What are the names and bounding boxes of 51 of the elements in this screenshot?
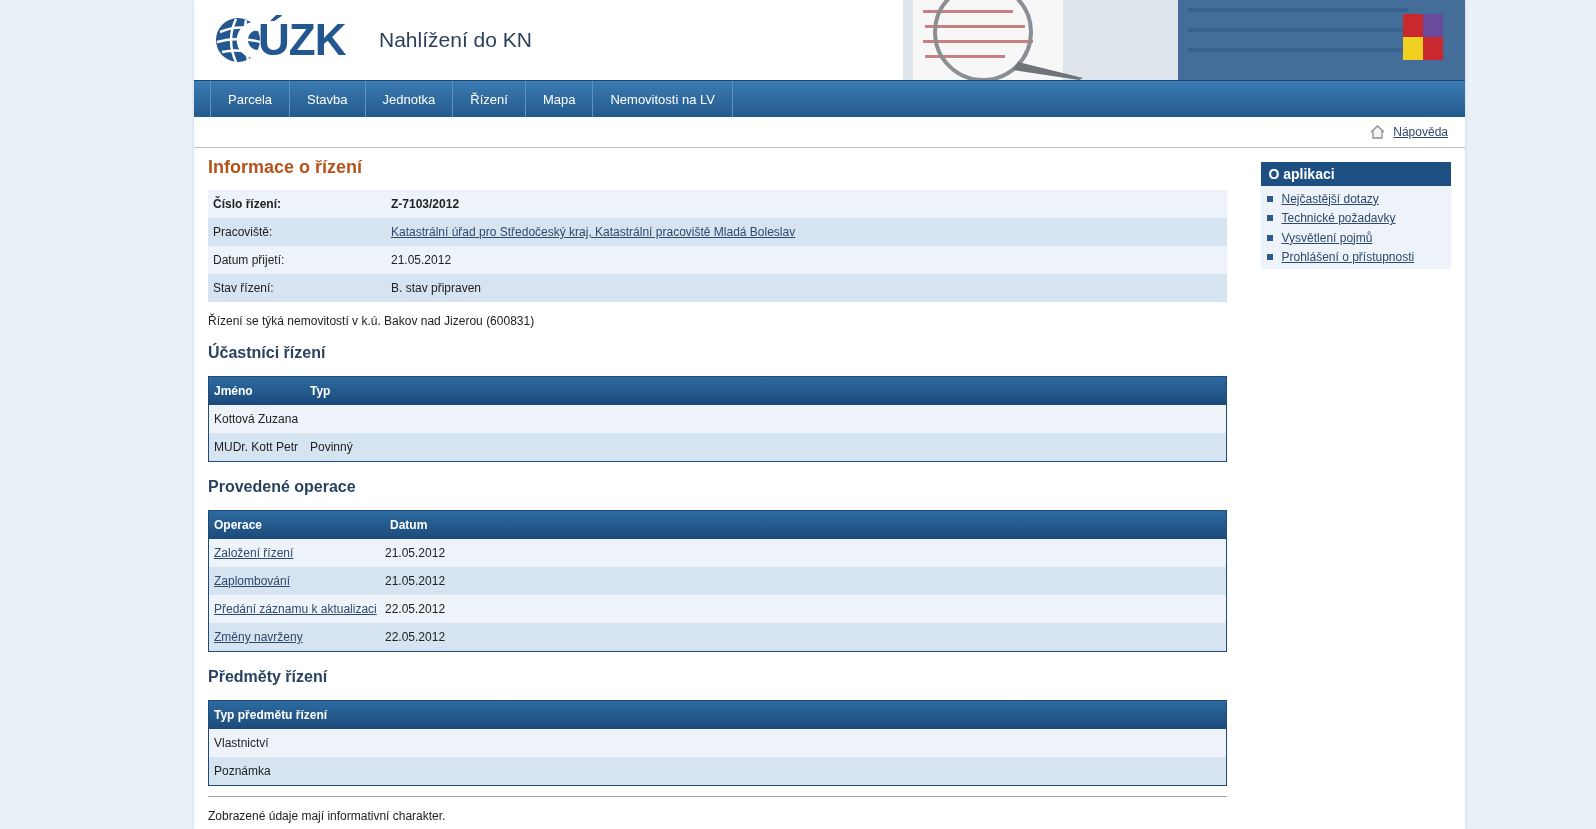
operation-link[interactable]: Založení řízení [214,546,380,560]
operation-link[interactable]: Předání záznamu k aktualizaci [214,602,380,616]
bullet-icon [1267,234,1274,241]
table-cell-text: Povinný [309,440,354,454]
section-title: Předměty řízení [208,668,329,686]
info-label: Stav řízení: [212,281,275,295]
table-cell-text: Kottová Zuzana [213,412,300,426]
info-link[interactable]: Katastrální úřad pro Středočeský kraj, Katastrální pracoviště Mladá Boleslav [391,225,796,239]
table-cell-text: 22.05.2012 [384,602,447,616]
logo-text: ÚZK [258,15,346,65]
app-title: Nahlížení do KN [379,28,532,52]
section-title: Účastníci řízení [208,344,327,362]
note-text: Řízení se týká nemovitostí v k.ú. Bakov nad Jizerou (600831) [208,314,536,328]
operation-link[interactable]: Změny navrženy [214,630,380,644]
table-cell-text: 21.05.2012 [384,546,447,560]
column-header: Jméno [213,384,254,398]
nav-tab[interactable]: Stavba [289,81,365,117]
sidebar-link[interactable]: Nejčastější dotazy [1281,191,1379,206]
column-header: Typ [309,384,332,398]
sidebar-link[interactable]: Prohlášení o přístupnosti [1281,250,1415,265]
info-value: 21.05.2012 [391,253,452,267]
sidebar-link[interactable]: Technické požadavky [1281,211,1396,226]
bullet-icon [1267,215,1274,222]
page-title: Informace o řízení [208,157,364,178]
section-title: Provedené operace [208,478,357,496]
info-value: B. stav připraven [391,281,482,295]
help-link[interactable]: Nápověda [1393,125,1448,139]
nav-tab[interactable]: Řízení [452,81,525,117]
nav-tab[interactable]: Nemovitosti na LV [592,81,733,117]
info-label: Pracoviště: [212,225,274,239]
nav-tab[interactable]: Jednotka [364,81,453,117]
bullet-icon [1267,254,1274,261]
info-label: Datum přijetí: [212,253,286,267]
nav-tab[interactable]: Parcela [210,81,290,117]
table-cell-text: Vlastnictví [213,736,270,750]
bullet-icon [1267,195,1274,202]
footer-note: Zobrazené údaje mají informativní charakter. [208,809,447,823]
sidebar-title: O aplikaci [1261,162,1451,186]
home-icon [1370,125,1386,139]
table-cell-text: MUDr. Kott Petr [213,440,300,454]
info-label: Číslo řízení: [212,197,282,211]
column-header: Operace [213,518,264,532]
table-cell-text: 21.05.2012 [384,574,447,588]
column-header: Typ předmětu řízení [213,708,329,722]
nav-tab[interactable]: Mapa [524,81,593,117]
table-cell-text: 22.05.2012 [384,630,447,644]
table-cell-text: Poznámka [213,764,272,778]
sidebar-link[interactable]: Vysvětlení pojmů [1281,230,1373,245]
info-value: Z-7103/2012 [391,197,460,211]
operation-link[interactable]: Zaplombování [214,574,380,588]
column-header: Datum [389,518,429,532]
